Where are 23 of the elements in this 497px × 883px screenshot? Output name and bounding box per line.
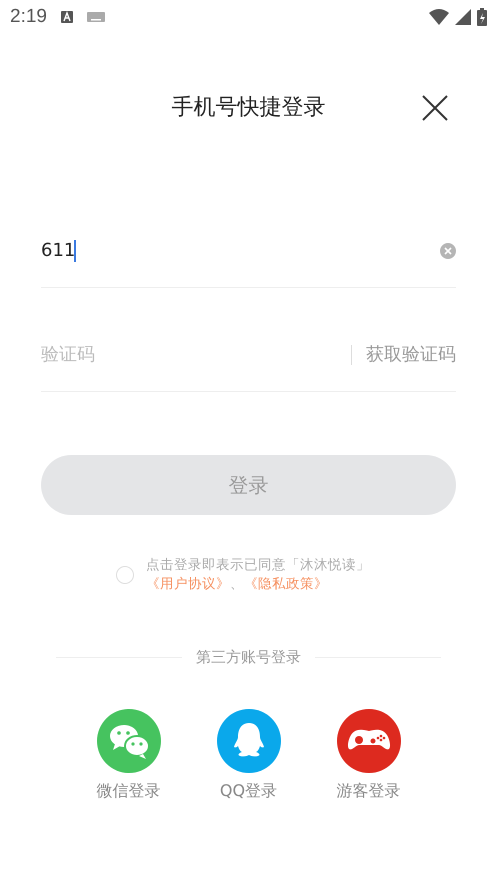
agree-radio[interactable]: [116, 566, 134, 584]
font-icon: [60, 11, 73, 23]
login-option-label[interactable]: 游客登录: [336, 781, 400, 802]
chat-bubbles-icon: [96, 709, 160, 773]
signal-icon: [455, 9, 471, 25]
status-time: 2:19: [10, 6, 47, 28]
wifi-icon: [429, 9, 449, 25]
keyboard-icon: [86, 12, 105, 22]
login-option-label[interactable]: QQ登录: [220, 781, 278, 802]
code-field[interactable]: 验证码: [41, 344, 351, 365]
phone-field[interactable]: 611: [41, 240, 74, 261]
clear-icon[interactable]: [440, 242, 456, 258]
penguin-icon: [216, 709, 280, 773]
login-option-label[interactable]: 微信登录: [96, 781, 160, 802]
page-title: 手机号快捷登录: [172, 94, 326, 122]
section-heading: 第三方账号登录: [196, 648, 301, 667]
agreement-text: 点击登录即表示已同意「沐沐悦读」 《用户协议》、《隐私政策》: [146, 556, 371, 594]
battery-icon: [477, 8, 487, 26]
gamepad-icon: [336, 709, 400, 773]
close-icon[interactable]: [421, 94, 449, 122]
get-code-button[interactable]: 获取验证码: [351, 344, 456, 364]
user-agreement-link[interactable]: 《用户协议》: [146, 576, 230, 592]
privacy-policy-link[interactable]: 《隐私政策》: [244, 576, 328, 592]
